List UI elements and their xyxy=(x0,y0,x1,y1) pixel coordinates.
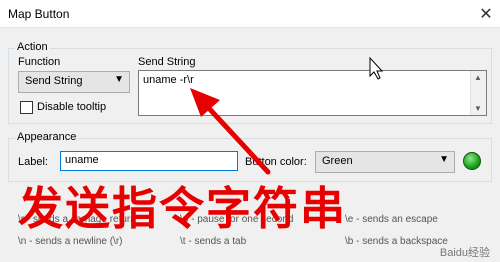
cursor-icon xyxy=(369,56,384,80)
watermark: Baidu经验 xyxy=(439,247,490,259)
